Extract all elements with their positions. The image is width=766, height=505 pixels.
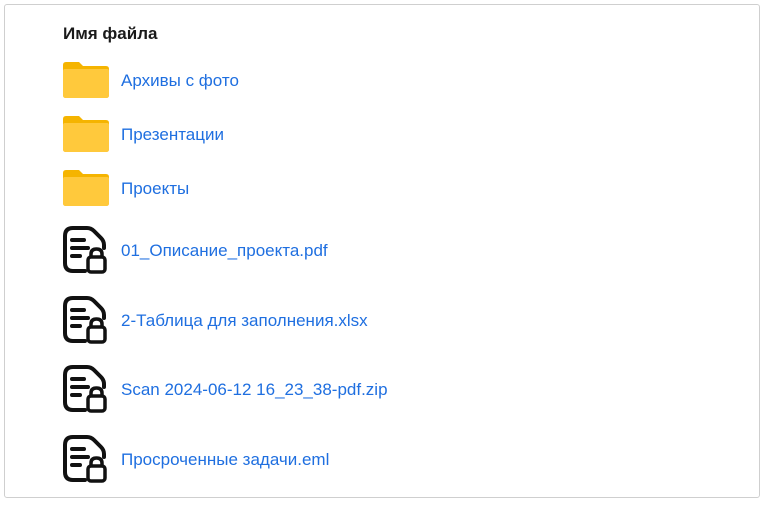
locked-document-icon: [61, 365, 111, 415]
locked-document-icon: [61, 226, 111, 276]
file-name-link[interactable]: Архивы с фото: [121, 71, 239, 91]
file-row-folder-projects[interactable]: Проекты: [61, 164, 189, 214]
folder-icon: [61, 56, 111, 106]
column-header-filename[interactable]: Имя файла: [63, 24, 157, 44]
locked-document-icon: [61, 435, 111, 485]
folder-icon: [61, 164, 111, 214]
file-row-locked-xlsx[interactable]: 2-Таблица для заполнения.xlsx: [61, 296, 368, 346]
file-name-link[interactable]: Презентации: [121, 125, 224, 145]
file-list-panel: Имя файла Архивы с фото Презентации Прое…: [4, 4, 760, 498]
file-row-folder-presentations[interactable]: Презентации: [61, 110, 224, 160]
locked-document-icon: [61, 296, 111, 346]
file-name-link[interactable]: Просроченные задачи.eml: [121, 450, 329, 470]
file-row-folder-archives[interactable]: Архивы с фото: [61, 56, 239, 106]
folder-icon: [61, 110, 111, 160]
file-name-link[interactable]: Проекты: [121, 179, 189, 199]
file-name-link[interactable]: Scan 2024-06-12 16_23_38-pdf.zip: [121, 380, 388, 400]
file-name-link[interactable]: 2-Таблица для заполнения.xlsx: [121, 311, 368, 331]
file-name-link[interactable]: 01_Описание_проекта.pdf: [121, 241, 328, 261]
file-row-locked-zip[interactable]: Scan 2024-06-12 16_23_38-pdf.zip: [61, 365, 388, 415]
file-row-locked-pdf[interactable]: 01_Описание_проекта.pdf: [61, 226, 328, 276]
file-row-locked-eml[interactable]: Просроченные задачи.eml: [61, 435, 329, 485]
